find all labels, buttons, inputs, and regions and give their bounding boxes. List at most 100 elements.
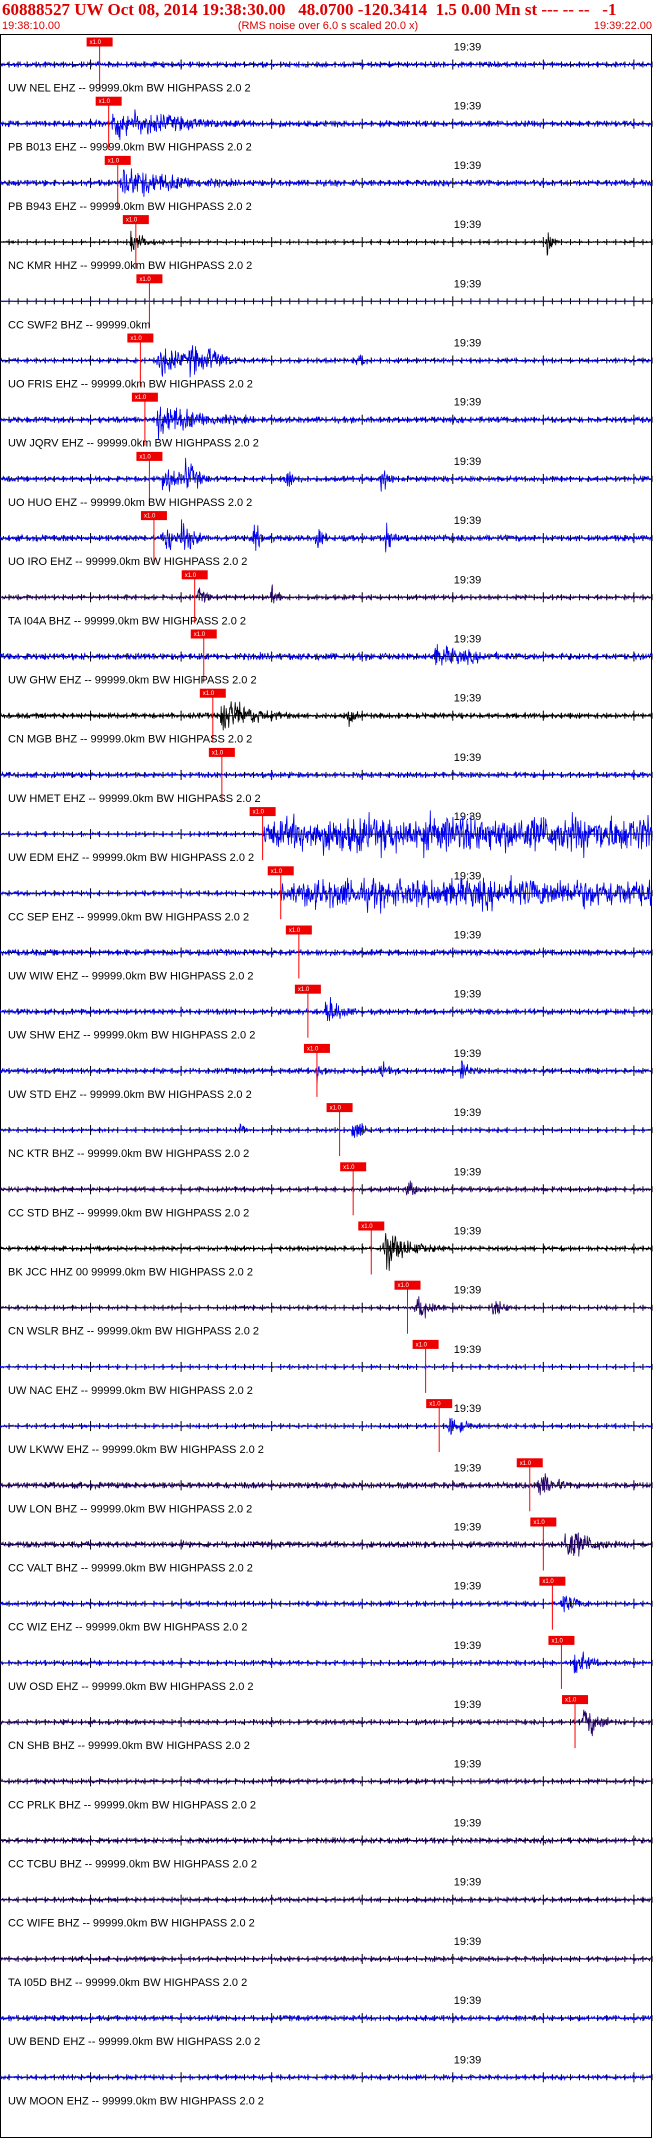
minute-marker-label: 19:39 [454,634,482,646]
waveform-trace [0,1233,653,1271]
station-label: CC SWF2 BHZ -- 99999.0km [8,319,150,331]
station-label: UW LKWW EHZ -- 99999.0km BW HIGHPASS 2.0… [8,1444,264,1456]
station-label: UW WIW EHZ -- 99999.0km BW HIGHPASS 2.0 … [8,971,254,983]
pick-label: x1.0 [108,158,120,164]
minute-marker-label: 19:39 [454,397,482,409]
station-label: UW STD EHZ -- 99999.0km BW HIGHPASS 2.0 … [8,1089,252,1101]
pick-label: x1.0 [565,1698,577,1704]
pick-label: x1.0 [139,277,151,283]
waveform-trace [0,1651,653,1674]
minute-marker-label: 19:39 [454,42,482,54]
waveform-trace [0,406,653,440]
station-label: TA I05D BHZ -- 99999.0km BW HIGHPASS 2.0… [8,1977,247,1989]
minute-marker-label: 19:39 [454,989,482,1001]
minute-marker-label: 19:39 [454,1581,482,1593]
station-label: BK JCC HHZ 00 99999.0km BW HIGHPASS 2.0 … [8,1267,253,1279]
station-label: UW SHW EHZ -- 99999.0km BW HIGHPASS 2.0 … [8,1030,255,1042]
waveform-trace [0,1059,653,1085]
station-label: CN SHB BHZ -- 99999.0km BW HIGHPASS 2.0 … [8,1740,250,1752]
pick-label: x1.0 [99,99,111,105]
station-label: UW OSD EHZ -- 99999.0km BW HIGHPASS 2.0 … [8,1681,254,1693]
minute-marker-label: 19:39 [454,1995,482,2007]
pick-label: x1.0 [130,336,142,342]
minute-marker-label: 19:39 [454,1758,482,1770]
station-label: UO FRIS EHZ -- 99999.0km BW HIGHPASS 2.0… [8,379,253,391]
minute-marker-label: 19:39 [454,1107,482,1119]
pick-label: x1.0 [361,1224,373,1230]
pick-label: x1.0 [542,1579,554,1585]
minute-marker-label: 19:39 [454,1285,482,1297]
pick-label: x1.0 [271,869,283,875]
station-label: UW GHW EHZ -- 99999.0km BW HIGHPASS 2.0 … [8,675,257,687]
station-label: NC KMR HHZ -- 99999.0km BW HIGHPASS 2.0 … [8,260,252,272]
station-label: UW EDM EHZ -- 99999.0km BW HIGHPASS 2.0 … [8,852,254,864]
station-label: CN WSLR BHZ -- 99999.0km BW HIGHPASS 2.0… [8,1326,259,1338]
waveform-trace [0,701,653,731]
pick-label: x1.0 [307,1046,319,1052]
minute-marker-label: 19:39 [454,160,482,172]
waveform-trace [0,584,653,604]
event-title: 60888527 UW Oct 08, 2014 19:38:30.00 48.… [2,0,617,19]
waveform-trace [0,109,653,141]
pick-label: x1.0 [289,928,301,934]
station-label: UW LON BHZ -- 99999.0km BW HIGHPASS 2.0 … [8,1503,252,1515]
waveform-trace [0,1473,653,1496]
minute-marker-label: 19:39 [454,1818,482,1830]
station-label: CC SEP EHZ -- 99999.0km BW HIGHPASS 2.0 … [8,911,249,923]
pick-label: x1.0 [139,454,151,460]
minute-marker-label: 19:39 [454,574,482,586]
minute-marker-label: 19:39 [454,1048,482,1060]
pick-label: x1.0 [533,1520,545,1526]
minute-marker-label: 19:39 [454,338,482,350]
waveform-trace [0,1417,653,1435]
minute-marker-label: 19:39 [454,1640,482,1652]
minute-marker-label: 19:39 [454,219,482,231]
seismogram-plot: 19:39 x1.0 UW NEL EHZ -- 99999.0km BW HIGH… [0,34,653,2138]
waveform-trace [0,519,653,553]
minute-marker-label: 19:39 [454,456,482,468]
pick-label: x1.0 [253,810,265,816]
minute-marker-label: 19:39 [454,101,482,113]
minute-marker-label: 19:39 [454,1344,482,1356]
station-label: PB B943 EHZ -- 99999.0km BW HIGHPASS 2.0… [8,201,252,213]
station-label: UW JQRV EHZ -- 99999.0km BW HIGHPASS 2.0… [8,438,259,450]
station-label: UW BEND EHZ -- 99999.0km BW HIGHPASS 2.0… [8,2036,260,2048]
pick-label: x1.0 [135,395,147,401]
station-label: CC VALT BHZ -- 99999.0km BW HIGHPASS 2.0… [8,1563,253,1575]
station-label: UW MOON EHZ -- 99999.0km BW HIGHPASS 2.0… [8,2095,264,2107]
pick-label: x1.0 [416,1342,428,1348]
station-label: CC WIZ EHZ -- 99999.0km BW HIGHPASS 2.0 … [8,1622,247,1634]
pick-label: x1.0 [126,218,138,224]
minute-marker-label: 19:39 [454,1166,482,1178]
minute-marker-label: 19:39 [454,1877,482,1889]
waveform-trace [0,1532,653,1557]
waveform-trace [0,644,653,666]
plot-subtitle: (RMS noise over 6.0 s scaled 20.0 x) [237,20,419,32]
end-time: 19:39:22.00 [593,20,652,32]
station-label: UO IRO EHZ -- 99999.0km BW HIGHPASS 2.0 … [8,556,247,568]
pick-label: x1.0 [520,1461,532,1467]
minute-marker-label: 19:39 [454,752,482,764]
minute-marker-label: 19:39 [454,2054,482,2066]
pick-label: x1.0 [144,514,156,520]
station-label: CC TCBU BHZ -- 99999.0km BW HIGHPASS 2.0… [8,1859,257,1871]
waveform-trace [0,875,653,914]
station-label: UW NEL EHZ -- 99999.0km BW HIGHPASS 2.0 … [8,83,251,95]
pick-label: x1.0 [203,691,215,697]
station-label: PB B013 EHZ -- 99999.0km BW HIGHPASS 2.0… [8,142,252,154]
minute-marker-label: 19:39 [454,1699,482,1711]
station-label: UO HUO EHZ -- 99999.0km BW HIGHPASS 2.0 … [8,497,252,509]
station-label: TA I04A BHZ -- 99999.0km BW HIGHPASS 2.0… [8,615,246,627]
waveform-trace [0,996,653,1022]
pick-label: x1.0 [551,1638,563,1644]
minute-marker-label: 19:39 [454,515,482,527]
minute-marker-label: 19:39 [454,930,482,942]
minute-marker-label: 19:39 [454,1522,482,1534]
pick-label: x1.0 [429,1402,441,1408]
minute-marker-label: 19:39 [454,1226,482,1238]
pick-label: x1.0 [343,1165,355,1171]
plot-header: 60888527 UW Oct 08, 2014 19:38:30.00 48.… [0,0,656,34]
pick-label: x1.0 [298,987,310,993]
waveform-trace [0,1180,653,1196]
minute-marker-label: 19:39 [454,811,482,823]
